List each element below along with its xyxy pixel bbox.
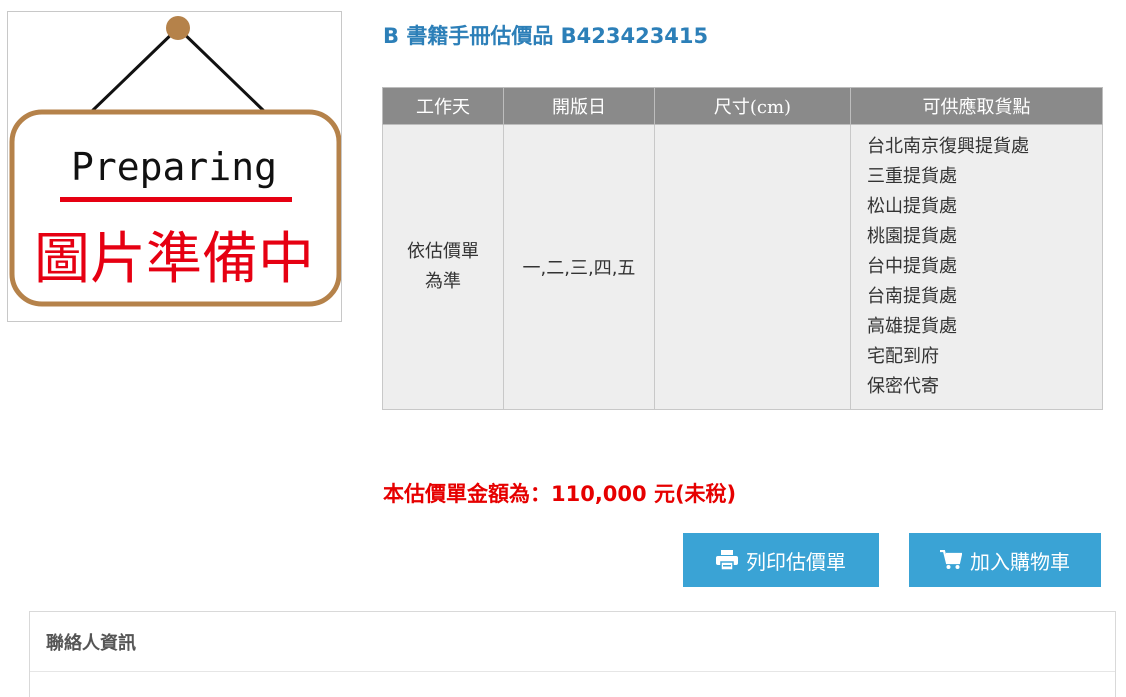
preparing-en-text: Preparing bbox=[71, 145, 277, 189]
pickup-point: 三重提貨處 bbox=[867, 166, 957, 187]
print-quote-label: 列印估價單 bbox=[746, 549, 846, 574]
contact-panel: 聯絡人資訊 bbox=[29, 611, 1116, 697]
print-quote-button[interactable]: 列印估價單 bbox=[683, 533, 879, 587]
pickup-point: 高雄提貨處 bbox=[867, 316, 957, 337]
spec-table-row: 依估價單 為準 一,二,三,四,五 台北南京復興提貨處 三重提貨處 松山提貨處 … bbox=[382, 124, 1103, 410]
pickup-point: 宅配到府 bbox=[867, 346, 939, 367]
workdays-line-1: 依估價單 bbox=[407, 241, 479, 262]
spec-table: 工作天 開版日 尺寸(cm) 可供應取貨點 依估價單 為準 一,二,三,四,五 bbox=[382, 87, 1103, 410]
cell-size bbox=[654, 124, 851, 410]
cell-pickup-points: 台北南京復興提貨處 三重提貨處 松山提貨處 桃園提貨處 台中提貨處 台南提貨處 … bbox=[850, 124, 1103, 410]
pickup-point: 桃園提貨處 bbox=[867, 226, 957, 247]
product-title: B 書籍手冊估價品 B423423415 bbox=[383, 24, 709, 48]
printer-icon bbox=[716, 550, 738, 570]
contact-heading: 聯絡人資訊 bbox=[30, 612, 1115, 672]
header-plate-days: 開版日 bbox=[503, 87, 655, 125]
product-image: Preparing 圖片準備中 bbox=[7, 11, 342, 322]
workdays-line-2: 為準 bbox=[425, 271, 461, 292]
header-workdays: 工作天 bbox=[382, 87, 504, 125]
preparing-zh-text: 圖片準備中 bbox=[34, 227, 314, 292]
product-page: Preparing 圖片準備中 B 書籍手冊估價品 B423423415 工作天… bbox=[0, 0, 1126, 697]
pickup-point: 松山提貨處 bbox=[867, 196, 957, 217]
pickup-point: 台北南京復興提貨處 bbox=[867, 136, 1029, 157]
header-size: 尺寸(cm) bbox=[654, 87, 851, 125]
pickup-point: 台南提貨處 bbox=[867, 286, 957, 307]
cell-workdays: 依估價單 為準 bbox=[382, 124, 504, 410]
add-to-cart-label: 加入購物車 bbox=[970, 549, 1070, 574]
pickup-point: 台中提貨處 bbox=[867, 256, 957, 277]
quote-total: 本估價單金額為：110,000 元(未稅) bbox=[383, 482, 737, 506]
spec-table-header-row: 工作天 開版日 尺寸(cm) 可供應取貨點 bbox=[382, 87, 1103, 125]
cart-icon bbox=[940, 550, 962, 570]
pickup-point: 保密代寄 bbox=[867, 376, 939, 397]
add-to-cart-button[interactable]: 加入購物車 bbox=[909, 533, 1101, 587]
cell-plate-days: 一,二,三,四,五 bbox=[503, 124, 655, 410]
preparing-sign-image: Preparing 圖片準備中 bbox=[9, 16, 341, 307]
header-pickup-points: 可供應取貨點 bbox=[850, 87, 1103, 125]
